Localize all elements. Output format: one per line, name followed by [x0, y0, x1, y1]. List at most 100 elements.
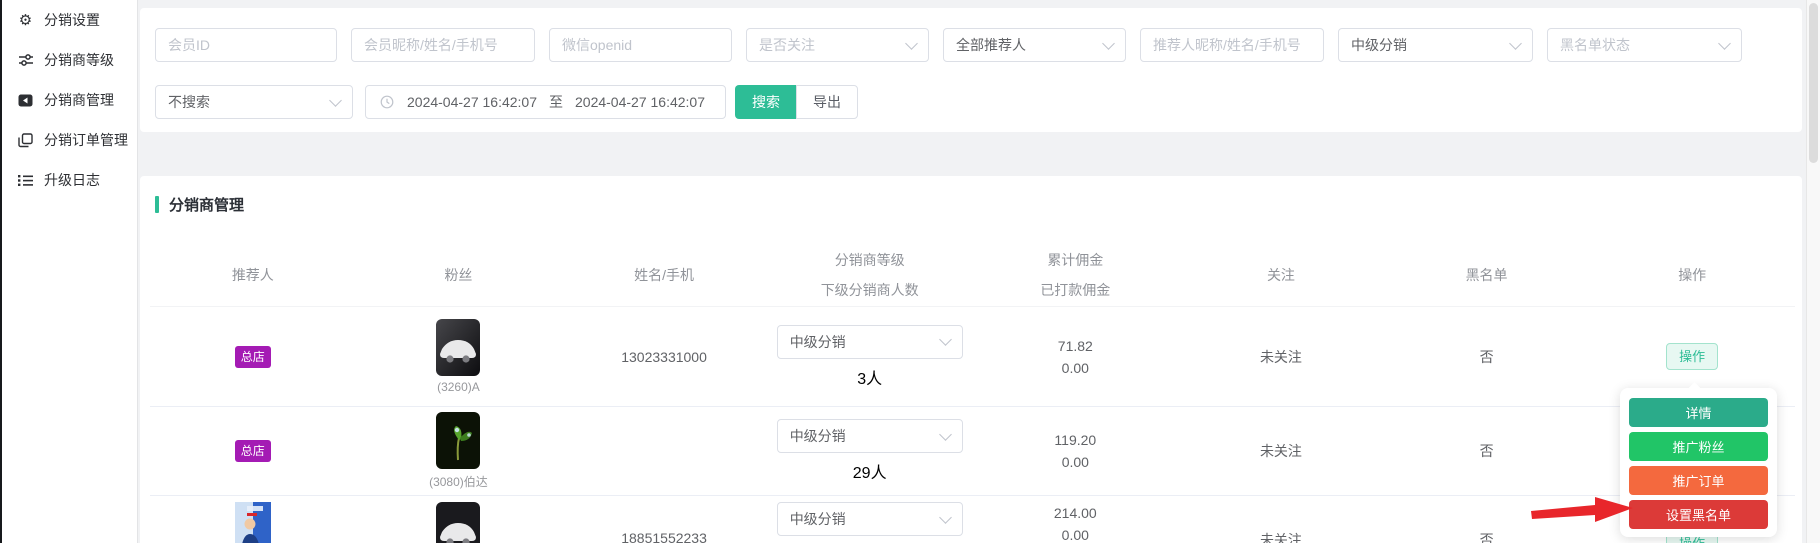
col-header-name-phone: 姓名/手机 — [561, 244, 767, 306]
search-mode-value: 不搜索 — [168, 92, 210, 112]
fan-photo-car — [436, 319, 480, 376]
distributor-level-select[interactable]: 中级分销 — [1338, 28, 1533, 62]
sliders-icon — [17, 52, 34, 69]
distribution-admin-screen: ⚙ 分销设置 分销商等级 分销商管理 分销订 — [0, 0, 1820, 543]
col-header-referrer: 推荐人 — [150, 244, 356, 306]
col-header-action: 操作 — [1589, 244, 1795, 306]
gear-icon: ⚙ — [17, 12, 34, 29]
fan-cell: (3260)A — [436, 319, 480, 394]
commission-cell: 119.20 0.00 — [1054, 429, 1096, 473]
commission-paid: 0.00 — [1054, 451, 1096, 473]
search-mode-select[interactable]: 不搜索 — [155, 85, 353, 119]
referrer-avatar — [235, 537, 271, 543]
sidebar-item-label: 分销商管理 — [44, 90, 114, 110]
commission-total: 119.20 — [1054, 429, 1096, 451]
fan-caption: (3260)A — [437, 380, 480, 394]
action-cell: 操作 — [1666, 343, 1718, 370]
table-header-row: 推荐人 粉丝 姓名/手机 分销商等级下级分销商人数 累计佣金已打款佣金 关注 黑… — [150, 244, 1795, 307]
sub-distributor-count: 3人 — [857, 365, 882, 389]
chevron-down-icon — [905, 37, 918, 50]
referrer-badge: 总店 — [235, 440, 271, 462]
row-action-button[interactable]: 操作 — [1666, 343, 1718, 370]
row-level-select[interactable]: 中级分销 — [777, 502, 963, 536]
export-button[interactable]: 导出 — [796, 85, 858, 119]
col-header-follow: 关注 — [1178, 244, 1384, 306]
blacklist-cell: 否 — [1480, 530, 1494, 543]
sidebar-item-distribution-settings[interactable]: ⚙ 分销设置 — [2, 0, 137, 40]
sidebar-item-distributor-levels[interactable]: 分销商等级 — [2, 40, 137, 80]
distributor-management-panel: 分销商管理 推荐人 粉丝 姓名/手机 分销商等级下级分销商人数 累计佣金已打款佣… — [140, 176, 1802, 543]
level-cell: 中级分销 29人 — [777, 419, 963, 483]
commission-paid: 0.00 — [1058, 357, 1093, 379]
blacklist-cell: 否 — [1480, 347, 1494, 367]
sidebar: ⚙ 分销设置 分销商等级 分销商管理 分销订 — [2, 0, 138, 543]
commission-cell: 214.00 0.00 — [1054, 502, 1097, 543]
commission-paid: 0.00 — [1054, 524, 1097, 543]
member-nickname-input[interactable] — [351, 28, 535, 62]
member-id-input[interactable] — [155, 28, 337, 62]
blacklist-cell: 否 — [1480, 441, 1494, 461]
sidebar-item-upgrade-log[interactable]: 升级日志 — [2, 160, 137, 200]
copy-pages-icon — [17, 132, 34, 149]
popup-promote-fans-button[interactable]: 推广粉丝 — [1629, 432, 1768, 461]
fan-photo-car — [436, 502, 480, 543]
col-header-commission: 累计佣金已打款佣金 — [973, 244, 1179, 306]
scrollbar-thumb[interactable] — [1809, 3, 1818, 163]
chevron-down-icon — [329, 94, 342, 107]
sidebar-item-distributor-management[interactable]: 分销商管理 — [2, 80, 137, 120]
follow-cell: 未关注 — [1260, 530, 1302, 543]
fan-cell — [436, 502, 480, 543]
list-icon — [17, 172, 34, 189]
date-range-picker[interactable]: 2024-04-27 16:42:07 至 2024-04-27 16:42:0… — [365, 85, 726, 119]
sidebar-item-label: 升级日志 — [44, 170, 100, 190]
distributor-level-value: 中级分销 — [1351, 35, 1407, 55]
referrer-info-input[interactable] — [1140, 28, 1324, 62]
referrer-cell — [235, 502, 271, 543]
popup-detail-button[interactable]: 详情 — [1629, 398, 1768, 427]
col-header-fans: 粉丝 — [356, 244, 562, 306]
level-cell: 中级分销 3人 — [777, 325, 963, 389]
phone-cell: 18851552233 — [621, 530, 707, 543]
referrer-select-value: 全部推荐人 — [956, 35, 1026, 55]
page-title: 分销商管理 — [169, 194, 244, 215]
row-level-select[interactable]: 中级分销 — [777, 325, 963, 359]
filter-panel: 是否关注 全部推荐人 中级分销 黑名单状态 不搜索 — [140, 8, 1802, 132]
popup-promote-orders-button[interactable]: 推广订单 — [1629, 466, 1768, 495]
clock-icon — [378, 94, 395, 111]
commission-total: 214.00 — [1054, 502, 1097, 524]
table-row: 总店 (3080)伯达 — [150, 407, 1795, 496]
commission-cell: 71.82 0.00 — [1058, 335, 1093, 379]
level-cell: 中级分销 — [777, 502, 963, 542]
table-row: 18851552233 中级分销 214.00 0.00 未关注 否 操作 — [150, 496, 1795, 543]
follow-status-placeholder: 是否关注 — [759, 35, 815, 55]
chevron-down-icon — [1509, 37, 1522, 50]
commission-total: 71.82 — [1058, 335, 1093, 357]
action-popup-menu: 详情 推广粉丝 推广订单 设置黑名单 — [1620, 388, 1777, 537]
section-title: 分销商管理 — [155, 194, 1802, 214]
follow-cell: 未关注 — [1260, 347, 1302, 367]
date-range-end: 2024-04-27 16:42:07 — [575, 94, 705, 110]
popup-set-blacklist-button[interactable]: 设置黑名单 — [1629, 500, 1768, 529]
referrer-select[interactable]: 全部推荐人 — [943, 28, 1126, 62]
sidebar-item-distribution-orders[interactable]: 分销订单管理 — [2, 120, 137, 160]
date-range-start: 2024-04-27 16:42:07 — [407, 94, 537, 110]
col-header-level: 分销商等级下级分销商人数 — [767, 244, 973, 306]
follow-status-select[interactable]: 是否关注 — [746, 28, 929, 62]
sidebar-item-label: 分销订单管理 — [44, 130, 128, 150]
referrer-badge: 总店 — [235, 346, 271, 368]
search-button[interactable]: 搜索 — [735, 85, 797, 119]
blacklist-status-select[interactable]: 黑名单状态 — [1547, 28, 1742, 62]
referrer-cell: 总店 — [235, 440, 271, 462]
fan-photo-plant — [436, 412, 480, 469]
phone-cell: 13023331000 — [621, 349, 707, 365]
sidebar-item-label: 分销设置 — [44, 10, 100, 30]
wechat-openid-input[interactable] — [549, 28, 732, 62]
chevron-down-icon — [939, 511, 952, 524]
date-range-separator: 至 — [549, 92, 563, 112]
chevron-down-icon — [1718, 37, 1731, 50]
follow-cell: 未关注 — [1260, 441, 1302, 461]
distributor-table: 推荐人 粉丝 姓名/手机 分销商等级下级分销商人数 累计佣金已打款佣金 关注 黑… — [150, 244, 1795, 543]
referrer-cell: 总店 — [235, 346, 271, 368]
row-level-select[interactable]: 中级分销 — [777, 419, 963, 453]
sidebar-item-label: 分销商等级 — [44, 50, 114, 70]
